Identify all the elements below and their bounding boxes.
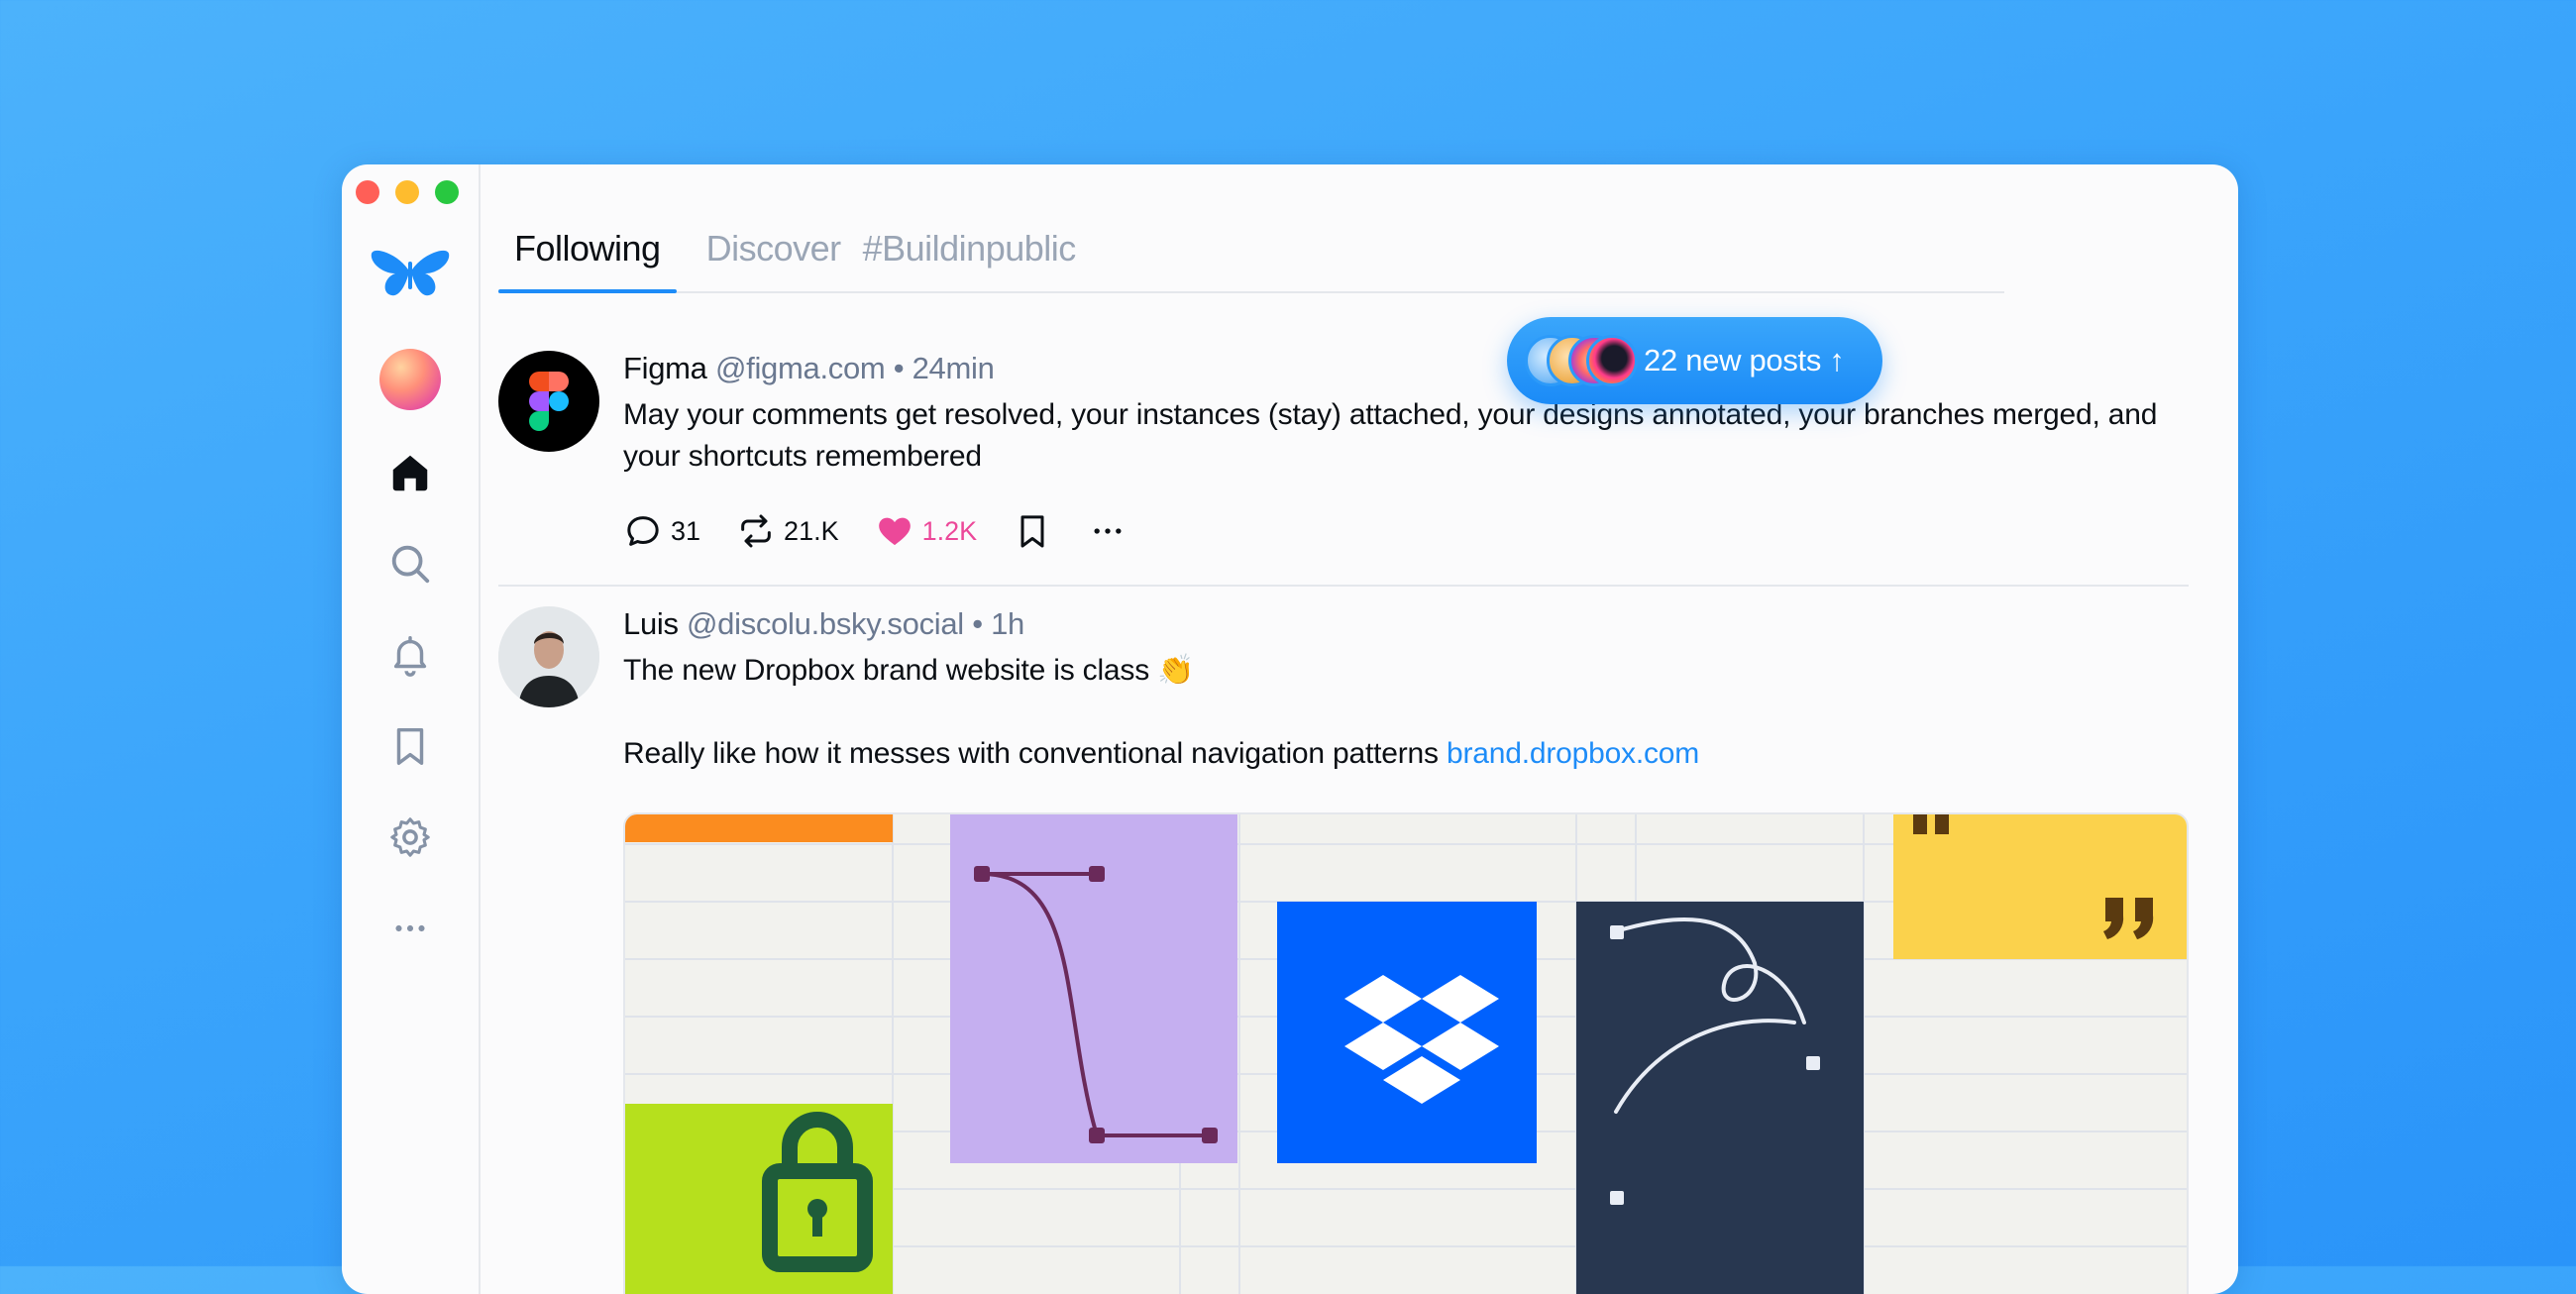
like-button[interactable]: 1.2K bbox=[875, 511, 978, 551]
person-photo bbox=[498, 606, 599, 707]
post-divider bbox=[498, 585, 2189, 587]
author-name[interactable]: Luis bbox=[623, 606, 679, 641]
repost-icon bbox=[741, 514, 771, 548]
comment-icon bbox=[627, 516, 659, 546]
repost-button[interactable]: 21.K bbox=[736, 511, 839, 551]
home-icon[interactable] bbox=[385, 448, 435, 497]
new-posts-avatars bbox=[1525, 335, 1638, 386]
tab-following[interactable]: Following bbox=[498, 228, 677, 293]
post-image[interactable] bbox=[623, 812, 2189, 1294]
more-icon[interactable] bbox=[385, 904, 435, 953]
more-dots-icon bbox=[1094, 528, 1122, 534]
gear-icon[interactable] bbox=[385, 812, 435, 862]
heart-icon bbox=[878, 517, 911, 546]
reply-button[interactable]: 31 bbox=[623, 511, 700, 551]
app-window: Following Discover #Buildinpublic Figma … bbox=[342, 164, 2238, 1294]
author-handle[interactable]: @discolu.bsky.social bbox=[687, 606, 964, 641]
post-text: May your comments get resolved, your ins… bbox=[623, 398, 2158, 473]
feed-main: Following Discover #Buildinpublic Figma … bbox=[479, 164, 2238, 1294]
bookmark-post-button[interactable] bbox=[1013, 511, 1052, 551]
repost-count: 21.K bbox=[784, 515, 839, 546]
luis-avatar[interactable] bbox=[498, 606, 599, 707]
post-link[interactable]: brand.dropbox.com bbox=[1447, 737, 1699, 770]
post-text-line1: The new Dropbox brand website is class 👏 bbox=[623, 654, 1195, 687]
search-icon[interactable] bbox=[385, 539, 435, 589]
figma-logo-icon bbox=[529, 372, 569, 431]
like-count: 1.2K bbox=[921, 515, 978, 546]
sidebar bbox=[342, 164, 481, 1294]
post-time: • 1h bbox=[972, 606, 1024, 641]
tab-buildinpublic[interactable]: #Buildinpublic bbox=[845, 228, 1092, 291]
bookmark-icon[interactable] bbox=[385, 721, 435, 771]
post-actions: 31 21.K 1.2K bbox=[623, 511, 2189, 551]
post-more-button[interactable] bbox=[1088, 511, 1127, 551]
post-header: Luis @discolu.bsky.social • 1h bbox=[623, 606, 2189, 642]
user-avatar[interactable] bbox=[379, 349, 441, 410]
post-text-line2: Really like how it messes with conventio… bbox=[623, 733, 2189, 775]
new-posts-label: 22 new posts ↑ bbox=[1644, 343, 1845, 377]
bookmark-icon bbox=[1020, 515, 1044, 548]
figma-avatar[interactable] bbox=[498, 351, 599, 452]
avatar bbox=[1586, 335, 1638, 386]
post-content: Figma @figma.com • 24min May your commen… bbox=[623, 351, 2189, 551]
post-header: Figma @figma.com • 24min bbox=[623, 351, 2189, 386]
bell-icon[interactable] bbox=[385, 630, 435, 680]
author-name[interactable]: Figma bbox=[623, 351, 707, 385]
dropbox-brand-collage bbox=[625, 814, 2187, 1294]
feed-tabs: Following Discover #Buildinpublic bbox=[498, 220, 2004, 293]
new-posts-pill[interactable]: 22 new posts ↑ bbox=[1507, 317, 1882, 404]
reply-count: 31 bbox=[671, 515, 701, 546]
post-text-line2-text: Really like how it messes with conventio… bbox=[623, 737, 1439, 770]
butterfly-logo-icon[interactable] bbox=[368, 244, 453, 303]
post-content: Luis @discolu.bsky.social • 1h The new D… bbox=[623, 606, 2189, 775]
tab-discover[interactable]: Discover bbox=[691, 228, 857, 291]
author-handle[interactable]: @figma.com bbox=[715, 351, 886, 385]
post-time: • 24min bbox=[893, 351, 995, 385]
